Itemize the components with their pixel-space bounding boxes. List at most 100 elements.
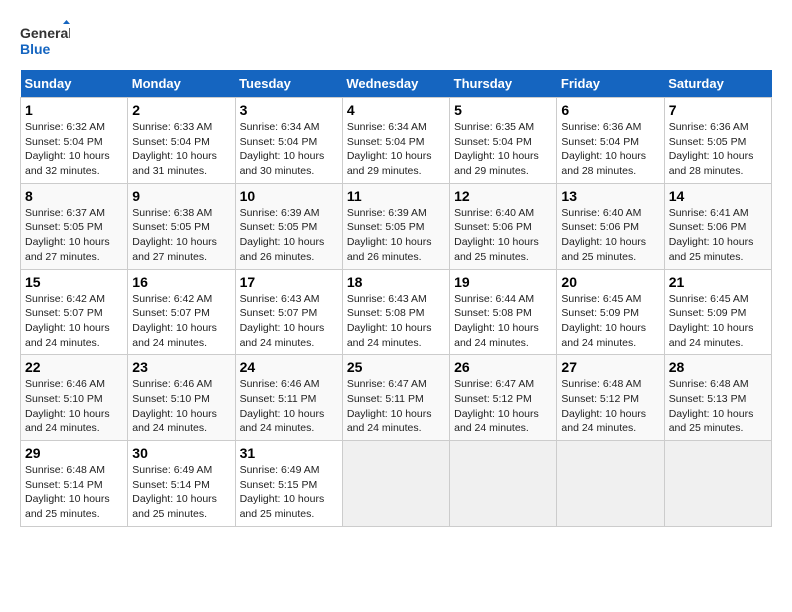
calendar-day-header: Thursday	[450, 70, 557, 98]
day-info: Sunrise: 6:47 AM Sunset: 5:12 PM Dayligh…	[454, 377, 552, 436]
day-number: 17	[240, 274, 338, 290]
calendar-cell: 27 Sunrise: 6:48 AM Sunset: 5:12 PM Dayli…	[557, 355, 664, 441]
day-info: Sunrise: 6:42 AM Sunset: 5:07 PM Dayligh…	[132, 292, 230, 351]
day-info: Sunrise: 6:43 AM Sunset: 5:07 PM Dayligh…	[240, 292, 338, 351]
calendar-table: SundayMondayTuesdayWednesdayThursdayFrid…	[20, 70, 772, 527]
day-info: Sunrise: 6:34 AM Sunset: 5:04 PM Dayligh…	[347, 120, 445, 179]
day-info: Sunrise: 6:46 AM Sunset: 5:10 PM Dayligh…	[25, 377, 123, 436]
day-number: 27	[561, 359, 659, 375]
day-number: 3	[240, 102, 338, 118]
calendar-cell: 7Sunrise: 6:36 AM Sunset: 5:05 PM Daylig…	[664, 98, 771, 184]
day-info: Sunrise: 6:45 AM Sunset: 5:09 PM Dayligh…	[669, 292, 767, 351]
calendar-cell: 1 Sunrise: 6:32 AM Sunset: 5:04 PM Daylig…	[21, 98, 128, 184]
calendar-day-header: Wednesday	[342, 70, 449, 98]
day-number: 19	[454, 274, 552, 290]
day-info: Sunrise: 6:32 AM Sunset: 5:04 PM Dayligh…	[25, 120, 123, 179]
calendar-week-row: 22Sunrise: 6:46 AM Sunset: 5:10 PM Dayli…	[21, 355, 772, 441]
calendar-cell: 9 Sunrise: 6:38 AM Sunset: 5:05 PM Daylig…	[128, 183, 235, 269]
day-number: 20	[561, 274, 659, 290]
calendar-day-header: Saturday	[664, 70, 771, 98]
calendar-cell	[557, 441, 664, 527]
day-number: 8	[25, 188, 123, 204]
day-number: 26	[454, 359, 552, 375]
calendar-cell: 26 Sunrise: 6:47 AM Sunset: 5:12 PM Dayli…	[450, 355, 557, 441]
calendar-cell: 14Sunrise: 6:41 AM Sunset: 5:06 PM Dayli…	[664, 183, 771, 269]
day-number: 2	[132, 102, 230, 118]
calendar-cell: 20 Sunrise: 6:45 AM Sunset: 5:09 PM Dayli…	[557, 269, 664, 355]
calendar-day-header: Tuesday	[235, 70, 342, 98]
day-number: 7	[669, 102, 767, 118]
day-number: 11	[347, 188, 445, 204]
calendar-cell: 17 Sunrise: 6:43 AM Sunset: 5:07 PM Dayli…	[235, 269, 342, 355]
day-info: Sunrise: 6:48 AM Sunset: 5:13 PM Dayligh…	[669, 377, 767, 436]
day-number: 24	[240, 359, 338, 375]
day-number: 9	[132, 188, 230, 204]
svg-text:Blue: Blue	[20, 41, 51, 57]
calendar-body: 1 Sunrise: 6:32 AM Sunset: 5:04 PM Daylig…	[21, 98, 772, 527]
calendar-cell	[342, 441, 449, 527]
calendar-week-row: 8 Sunrise: 6:37 AM Sunset: 5:05 PM Daylig…	[21, 183, 772, 269]
day-info: Sunrise: 6:37 AM Sunset: 5:05 PM Dayligh…	[25, 206, 123, 265]
calendar-cell: 28 Sunrise: 6:48 AM Sunset: 5:13 PM Dayli…	[664, 355, 771, 441]
header: General Blue	[20, 20, 772, 60]
day-info: Sunrise: 6:46 AM Sunset: 5:11 PM Dayligh…	[240, 377, 338, 436]
calendar-week-row: 15 Sunrise: 6:42 AM Sunset: 5:07 PM Dayli…	[21, 269, 772, 355]
day-info: Sunrise: 6:33 AM Sunset: 5:04 PM Dayligh…	[132, 120, 230, 179]
day-info: Sunrise: 6:48 AM Sunset: 5:14 PM Dayligh…	[25, 463, 123, 522]
day-number: 18	[347, 274, 445, 290]
calendar-cell: 31Sunrise: 6:49 AM Sunset: 5:15 PM Dayli…	[235, 441, 342, 527]
day-info: Sunrise: 6:38 AM Sunset: 5:05 PM Dayligh…	[132, 206, 230, 265]
calendar-cell: 30 Sunrise: 6:49 AM Sunset: 5:14 PM Dayli…	[128, 441, 235, 527]
calendar-cell: 3 Sunrise: 6:34 AM Sunset: 5:04 PM Daylig…	[235, 98, 342, 184]
calendar-day-header: Monday	[128, 70, 235, 98]
day-info: Sunrise: 6:44 AM Sunset: 5:08 PM Dayligh…	[454, 292, 552, 351]
day-number: 10	[240, 188, 338, 204]
day-number: 29	[25, 445, 123, 461]
calendar-cell: 15Sunrise: 6:42 AM Sunset: 5:07 PM Dayli…	[21, 269, 128, 355]
day-number: 5	[454, 102, 552, 118]
day-info: Sunrise: 6:45 AM Sunset: 5:09 PM Dayligh…	[561, 292, 659, 351]
calendar-day-header: Friday	[557, 70, 664, 98]
calendar-cell: 2 Sunrise: 6:33 AM Sunset: 5:04 PM Daylig…	[128, 98, 235, 184]
day-number: 15	[25, 274, 123, 290]
day-number: 12	[454, 188, 552, 204]
calendar-cell: 13Sunrise: 6:40 AM Sunset: 5:06 PM Dayli…	[557, 183, 664, 269]
day-info: Sunrise: 6:39 AM Sunset: 5:05 PM Dayligh…	[240, 206, 338, 265]
day-info: Sunrise: 6:39 AM Sunset: 5:05 PM Dayligh…	[347, 206, 445, 265]
day-number: 23	[132, 359, 230, 375]
svg-text:General: General	[20, 25, 70, 41]
calendar-cell: 24 Sunrise: 6:46 AM Sunset: 5:11 PM Dayli…	[235, 355, 342, 441]
calendar-cell: 25Sunrise: 6:47 AM Sunset: 5:11 PM Dayli…	[342, 355, 449, 441]
day-info: Sunrise: 6:40 AM Sunset: 5:06 PM Dayligh…	[454, 206, 552, 265]
day-info: Sunrise: 6:36 AM Sunset: 5:04 PM Dayligh…	[561, 120, 659, 179]
calendar-cell: 11 Sunrise: 6:39 AM Sunset: 5:05 PM Dayli…	[342, 183, 449, 269]
calendar-header-row: SundayMondayTuesdayWednesdayThursdayFrid…	[21, 70, 772, 98]
day-number: 6	[561, 102, 659, 118]
calendar-cell: 6 Sunrise: 6:36 AM Sunset: 5:04 PM Daylig…	[557, 98, 664, 184]
day-info: Sunrise: 6:47 AM Sunset: 5:11 PM Dayligh…	[347, 377, 445, 436]
logo-svg: General Blue	[20, 20, 70, 60]
calendar-cell: 4 Sunrise: 6:34 AM Sunset: 5:04 PM Daylig…	[342, 98, 449, 184]
calendar-cell: 5 Sunrise: 6:35 AM Sunset: 5:04 PM Daylig…	[450, 98, 557, 184]
calendar-cell: 10 Sunrise: 6:39 AM Sunset: 5:05 PM Dayli…	[235, 183, 342, 269]
day-number: 28	[669, 359, 767, 375]
day-number: 30	[132, 445, 230, 461]
calendar-cell	[664, 441, 771, 527]
day-number: 16	[132, 274, 230, 290]
calendar-cell: 18 Sunrise: 6:43 AM Sunset: 5:08 PM Dayli…	[342, 269, 449, 355]
day-number: 31	[240, 445, 338, 461]
day-number: 1	[25, 102, 123, 118]
day-number: 14	[669, 188, 767, 204]
calendar-cell: 12 Sunrise: 6:40 AM Sunset: 5:06 PM Dayli…	[450, 183, 557, 269]
day-number: 4	[347, 102, 445, 118]
calendar-cell: 16 Sunrise: 6:42 AM Sunset: 5:07 PM Dayli…	[128, 269, 235, 355]
day-info: Sunrise: 6:43 AM Sunset: 5:08 PM Dayligh…	[347, 292, 445, 351]
calendar-cell	[450, 441, 557, 527]
day-info: Sunrise: 6:35 AM Sunset: 5:04 PM Dayligh…	[454, 120, 552, 179]
calendar-week-row: 29 Sunrise: 6:48 AM Sunset: 5:14 PM Dayli…	[21, 441, 772, 527]
day-info: Sunrise: 6:34 AM Sunset: 5:04 PM Dayligh…	[240, 120, 338, 179]
calendar-cell: 8 Sunrise: 6:37 AM Sunset: 5:05 PM Daylig…	[21, 183, 128, 269]
calendar-cell: 21Sunrise: 6:45 AM Sunset: 5:09 PM Dayli…	[664, 269, 771, 355]
day-info: Sunrise: 6:49 AM Sunset: 5:14 PM Dayligh…	[132, 463, 230, 522]
day-info: Sunrise: 6:48 AM Sunset: 5:12 PM Dayligh…	[561, 377, 659, 436]
